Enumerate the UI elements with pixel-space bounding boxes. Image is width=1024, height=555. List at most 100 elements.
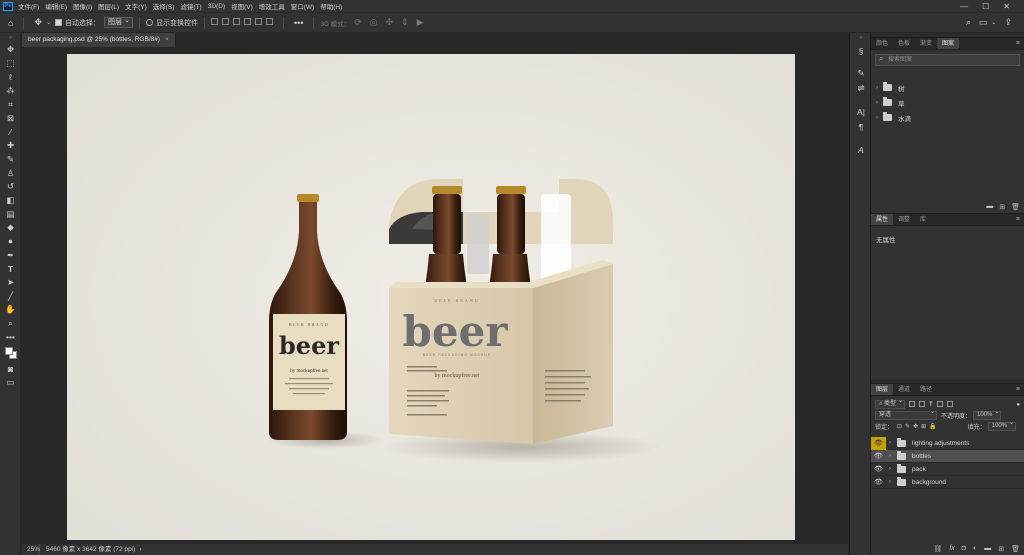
quick-mask-icon[interactable]: ◙	[0, 362, 21, 376]
lasso-tool-icon[interactable]: ℓ	[0, 70, 21, 84]
dodge-tool-icon[interactable]: ●	[0, 235, 21, 249]
layer-style-icon[interactable]: fx	[949, 545, 954, 553]
hand-tool-icon[interactable]: ✋	[0, 303, 21, 317]
collapse-panels-icon[interactable]: «	[850, 33, 872, 43]
delete-layer-icon[interactable]: 🗑	[1011, 545, 1020, 553]
document-canvas[interactable]: BEER BRAND beer BEER PACKAGING MOCKUP by…	[67, 54, 795, 540]
align-hcenter-icon[interactable]	[222, 18, 230, 25]
fill-input[interactable]: 100%	[987, 420, 1016, 431]
panel-menu-icon[interactable]: ≡	[1016, 214, 1024, 225]
home-icon[interactable]: ⌂	[8, 18, 13, 28]
stamp-tool-icon[interactable]: ♙	[0, 166, 21, 180]
new-group-icon[interactable]: ▬	[984, 545, 991, 553]
type-tool-icon[interactable]: T	[0, 262, 21, 276]
align-bottom-icon[interactable]	[266, 18, 274, 25]
layer-row[interactable]: 👁 › background	[871, 476, 1024, 489]
new-group-icon[interactable]: ▬	[986, 203, 993, 211]
visibility-eye-icon[interactable]: 👁	[871, 478, 886, 486]
more-tools-icon[interactable]: •••	[0, 330, 21, 344]
visibility-eye-icon[interactable]: 👁	[871, 452, 886, 460]
3d-orbit-icon[interactable]: ⟳	[354, 17, 362, 28]
lock-icons[interactable]: ⊡✎✥⊞🔒	[897, 423, 940, 430]
menu-file[interactable]: 文件(F)	[18, 1, 39, 11]
menu-filter[interactable]: 滤镜(T)	[180, 1, 201, 11]
chevron-right-icon[interactable]: ›	[889, 466, 897, 472]
layer-row[interactable]: 👁 › lighting adjustments	[871, 436, 1024, 450]
auto-select-dropdown[interactable]: 图层	[104, 16, 134, 28]
maximize-button[interactable]: ☐	[982, 2, 989, 11]
blur-tool-icon[interactable]: ◆	[0, 221, 21, 235]
filter-toggle-icon[interactable]: ●	[1016, 402, 1020, 408]
menu-image[interactable]: 图像(I)	[73, 1, 92, 11]
align-right-icon[interactable]	[233, 18, 241, 25]
collapse-toolbar-icon[interactable]: »	[0, 33, 21, 43]
line-tool-icon[interactable]: ╱	[0, 289, 21, 303]
3d-roll-icon[interactable]: ◎	[370, 17, 378, 28]
chevron-right-icon[interactable]: ›	[889, 453, 897, 459]
foreground-color-swatch[interactable]	[5, 347, 13, 356]
tab-layers[interactable]: 图层	[871, 384, 894, 395]
tab-channels[interactable]: 通道	[893, 384, 915, 395]
tab-adjustments[interactable]: 调整	[893, 214, 915, 225]
frame-tool-icon[interactable]: ⊠	[0, 111, 21, 125]
glyphs-icon[interactable]: A	[850, 142, 872, 157]
delete-icon[interactable]: 🗑	[1011, 203, 1020, 211]
character-icon[interactable]: A|	[850, 104, 872, 119]
tab-gradients[interactable]: 渐变	[915, 38, 937, 49]
panel-menu-icon[interactable]: ≡	[1016, 384, 1024, 395]
chevron-down-icon[interactable]: ⌄	[46, 19, 51, 26]
move-tool-icon[interactable]: ✥	[0, 43, 21, 57]
layer-row[interactable]: 👁 › bottles	[871, 450, 1024, 463]
zoom-level[interactable]: 25%	[22, 544, 40, 555]
pen-tool-icon[interactable]: ✒	[0, 248, 21, 262]
adjustment-layer-icon[interactable]: ◐	[973, 545, 977, 553]
tab-properties[interactable]: 属性	[871, 214, 894, 225]
menu-view[interactable]: 视图(V)	[231, 1, 253, 11]
menu-select[interactable]: 选择(S)	[153, 1, 175, 11]
workspace-icon[interactable]: ▭	[979, 17, 988, 28]
more-options-icon[interactable]: •••	[294, 18, 303, 28]
layer-mask-icon[interactable]: ◘	[962, 545, 966, 553]
tab-libraries[interactable]: 库	[915, 214, 931, 225]
filter-type-icon[interactable]: T	[929, 402, 933, 408]
screen-mode-icon[interactable]: ▭	[0, 376, 21, 390]
opacity-input[interactable]: 100%	[973, 409, 1002, 420]
paragraph-icon[interactable]: ¶	[850, 119, 872, 134]
layer-kind-filter[interactable]: ⌕ 类型	[875, 398, 906, 409]
new-layer-icon[interactable]: ⊞	[998, 545, 1004, 553]
zoom-tool-icon[interactable]: ⌕	[0, 317, 21, 331]
chevron-right-icon[interactable]: ›	[889, 440, 897, 446]
align-left-icon[interactable]	[211, 18, 219, 25]
chevron-down-icon[interactable]: ⌄	[991, 19, 996, 26]
pattern-group-grass[interactable]: › 草	[871, 95, 1024, 110]
filter-shape-icon[interactable]	[936, 400, 943, 407]
share-icon[interactable]: ⇪	[1004, 17, 1012, 28]
menu-type[interactable]: 文字(Y)	[125, 1, 147, 11]
path-select-tool-icon[interactable]: ➤	[0, 276, 21, 290]
pattern-group-trees[interactable]: › 树	[871, 80, 1024, 95]
blend-mode-dropdown[interactable]: 穿透	[875, 409, 937, 420]
new-pattern-icon[interactable]: ⊞	[999, 203, 1005, 211]
brush-settings-icon[interactable]: ✎	[850, 66, 872, 81]
eyedropper-tool-icon[interactable]: ⁄	[0, 125, 21, 139]
minimize-button[interactable]: —	[960, 2, 968, 11]
tab-swatches[interactable]: 色板	[893, 38, 915, 49]
eraser-tool-icon[interactable]: ◧	[0, 194, 21, 208]
menu-plugins[interactable]: 增效工具	[259, 1, 285, 11]
adjustments-icon[interactable]: ⇌	[850, 81, 872, 96]
filter-adjustment-icon[interactable]	[919, 400, 926, 407]
pattern-search-input[interactable]: 搜索图案	[875, 54, 1020, 66]
show-transform-checkbox[interactable]	[146, 19, 154, 26]
auto-select-checkbox[interactable]	[55, 19, 63, 26]
menu-help[interactable]: 帮助(H)	[320, 1, 342, 11]
close-window-button[interactable]: ✕	[1003, 2, 1010, 11]
3d-slide-icon[interactable]: ⇕	[401, 17, 409, 28]
3d-pan-icon[interactable]: ✣	[386, 17, 394, 28]
history-brush-icon[interactable]: ↺	[0, 180, 21, 194]
filter-smart-icon[interactable]	[946, 400, 953, 407]
3d-scale-icon[interactable]: ▶	[417, 17, 424, 28]
panel-menu-icon[interactable]: ≡	[1016, 38, 1024, 49]
color-swatches[interactable]	[0, 344, 21, 362]
crop-tool-icon[interactable]: ⌗	[0, 98, 21, 112]
layer-row[interactable]: 👁 › pack	[871, 463, 1024, 476]
